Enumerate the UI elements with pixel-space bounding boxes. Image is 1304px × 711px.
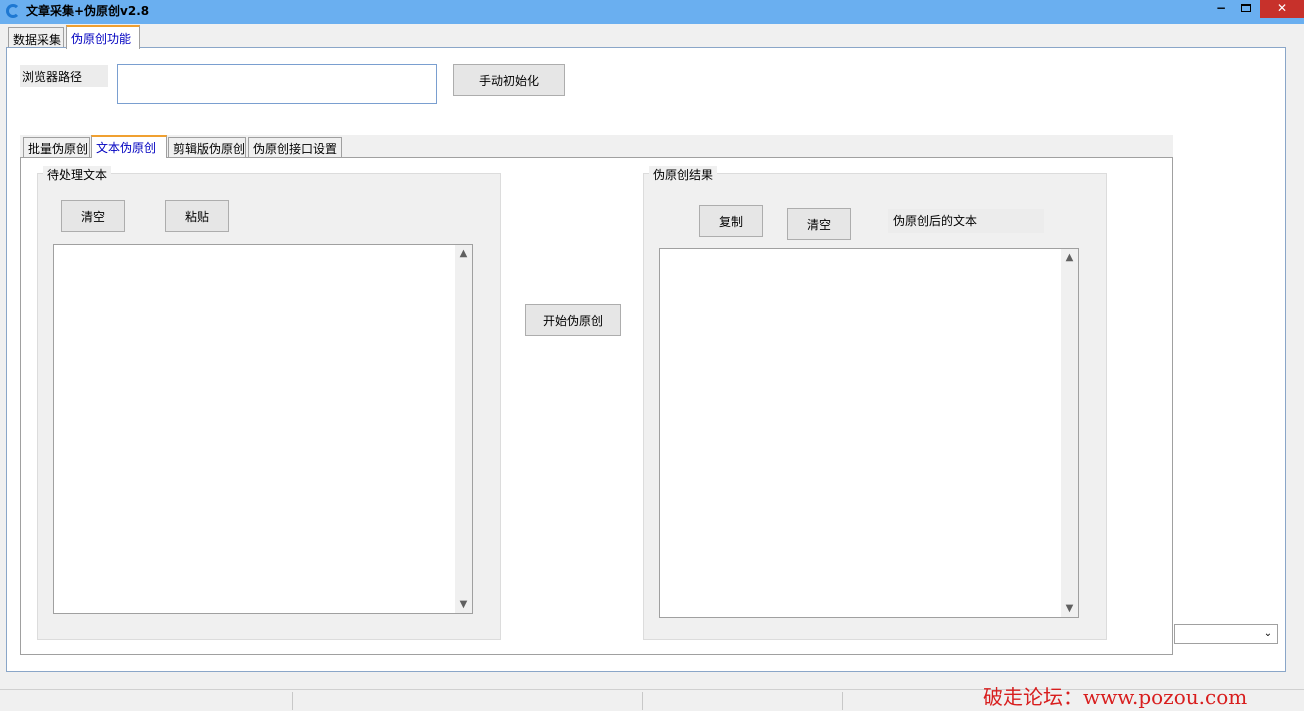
tab-api-settings[interactable]: 伪原创接口设置 (248, 137, 342, 157)
tab-clipboard-rewrite[interactable]: 剪辑版伪原创 (168, 137, 246, 157)
dropdown-select[interactable]: ⌄ (1174, 624, 1278, 644)
maximize-button[interactable] (1234, 0, 1258, 18)
scroll-up-icon[interactable]: ▲ (455, 245, 472, 262)
chevron-down-icon: ⌄ (1263, 628, 1273, 639)
start-rewrite-button[interactable]: 开始伪原创 (525, 304, 621, 336)
paste-button[interactable]: 粘贴 (165, 200, 229, 232)
tab-batch-rewrite[interactable]: 批量伪原创 (23, 137, 90, 157)
title-bar: 文章采集+伪原创v2.8 − ✕ (0, 0, 1304, 24)
clear-input-button[interactable]: 清空 (61, 200, 125, 232)
manual-init-button[interactable]: 手动初始化 (453, 64, 565, 96)
scroll-down-icon[interactable]: ▼ (1061, 600, 1078, 617)
result-text-label: 伪原创后的文本 (888, 209, 1044, 233)
maximize-icon (1241, 4, 1251, 12)
input-textarea[interactable] (54, 245, 455, 613)
watermark-text: 破走论坛：www.pozou.com (983, 685, 1248, 709)
result-textarea[interactable] (660, 249, 1061, 617)
window-title: 文章采集+伪原创v2.8 (26, 4, 150, 18)
scroll-up-icon[interactable]: ▲ (1061, 249, 1078, 266)
scroll-down-icon[interactable]: ▼ (455, 596, 472, 613)
input-textarea-box: ▲ ▼ (53, 244, 473, 614)
minimize-button[interactable]: − (1208, 0, 1234, 18)
browser-path-label: 浏览器路径 (20, 65, 108, 87)
close-button[interactable]: ✕ (1260, 0, 1304, 18)
tab-pseudo-original[interactable]: 伪原创功能 (66, 25, 140, 49)
tab-text-rewrite[interactable]: 文本伪原创 (91, 135, 167, 158)
status-divider (842, 692, 843, 710)
input-scrollbar[interactable]: ▲ ▼ (455, 245, 472, 613)
result-textarea-box: ▲ ▼ (659, 248, 1079, 618)
status-divider (642, 692, 643, 710)
app-logo-icon (6, 4, 20, 18)
copy-button[interactable]: 复制 (699, 205, 763, 237)
result-scrollbar[interactable]: ▲ ▼ (1061, 249, 1078, 617)
tab-data-collection[interactable]: 数据采集 (8, 27, 64, 49)
status-divider (292, 692, 293, 710)
input-group-title: 待处理文本 (43, 166, 112, 183)
result-group-title: 伪原创结果 (649, 166, 718, 183)
clear-result-button[interactable]: 清空 (787, 208, 851, 240)
browser-path-input[interactable] (117, 64, 437, 104)
